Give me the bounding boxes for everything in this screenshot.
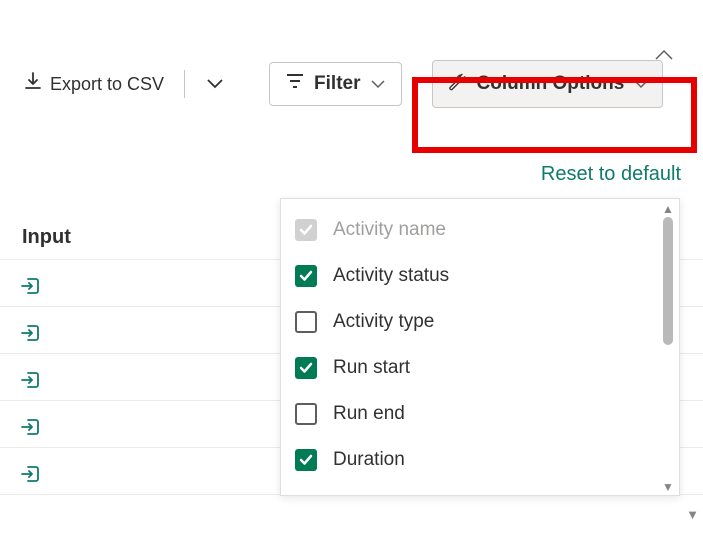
checkbox-checked-icon [295, 449, 317, 471]
input-icon[interactable] [20, 463, 42, 485]
input-column-header: Input [22, 226, 71, 249]
option-label: Duration [333, 449, 405, 471]
column-options-label: Column Options [477, 73, 625, 95]
filter-icon [286, 73, 304, 95]
option-activity-name[interactable]: Activity name [295, 207, 665, 253]
input-icon[interactable] [20, 416, 42, 438]
filter-label: Filter [314, 73, 360, 95]
checkbox-unchecked-icon [295, 403, 317, 425]
export-dropdown-chevron[interactable] [201, 71, 229, 98]
column-options-dropdown: Activity name Activity status Activity t… [280, 198, 680, 496]
option-run-start[interactable]: Run start [295, 345, 665, 391]
option-run-end[interactable]: Run end [295, 391, 665, 437]
toolbar: Export to CSV Filter Column Options [0, 40, 703, 108]
scroll-up-icon: ▲ [662, 203, 674, 215]
input-icon[interactable] [20, 369, 42, 391]
chevron-down-icon [634, 73, 648, 95]
option-activity-status[interactable]: Activity status [295, 253, 665, 299]
checkbox-checked-icon [295, 357, 317, 379]
checkbox-disabled-checked-icon [295, 219, 317, 241]
column-options-button[interactable]: Column Options [432, 60, 664, 108]
export-to-csv-button[interactable]: Export to CSV [20, 66, 168, 103]
option-label: Activity type [333, 311, 434, 333]
divider [184, 70, 185, 98]
reset-to-default-link[interactable]: Reset to default [541, 163, 681, 186]
option-label: Activity name [333, 219, 446, 241]
page-scroll-down-icon: ▼ [686, 507, 699, 522]
checkbox-unchecked-icon [295, 311, 317, 333]
scroll-down-icon: ▼ [662, 481, 674, 493]
option-activity-type[interactable]: Activity type [295, 299, 665, 345]
option-label: Run end [333, 403, 405, 425]
option-label: Activity status [333, 265, 449, 287]
option-label: Run start [333, 357, 410, 379]
input-icon[interactable] [20, 322, 42, 344]
scrollbar-thumb[interactable] [663, 217, 673, 345]
dropdown-scrollbar[interactable]: ▲ ▼ [661, 203, 675, 493]
export-label: Export to CSV [50, 74, 164, 95]
filter-button[interactable]: Filter [269, 62, 401, 106]
checkbox-checked-icon [295, 265, 317, 287]
wrench-icon [447, 71, 467, 97]
input-icon[interactable] [20, 275, 42, 297]
chevron-down-icon [371, 73, 385, 95]
collapse-chevron[interactable] [655, 48, 673, 66]
option-duration[interactable]: Duration [295, 437, 665, 483]
download-icon [24, 72, 42, 97]
